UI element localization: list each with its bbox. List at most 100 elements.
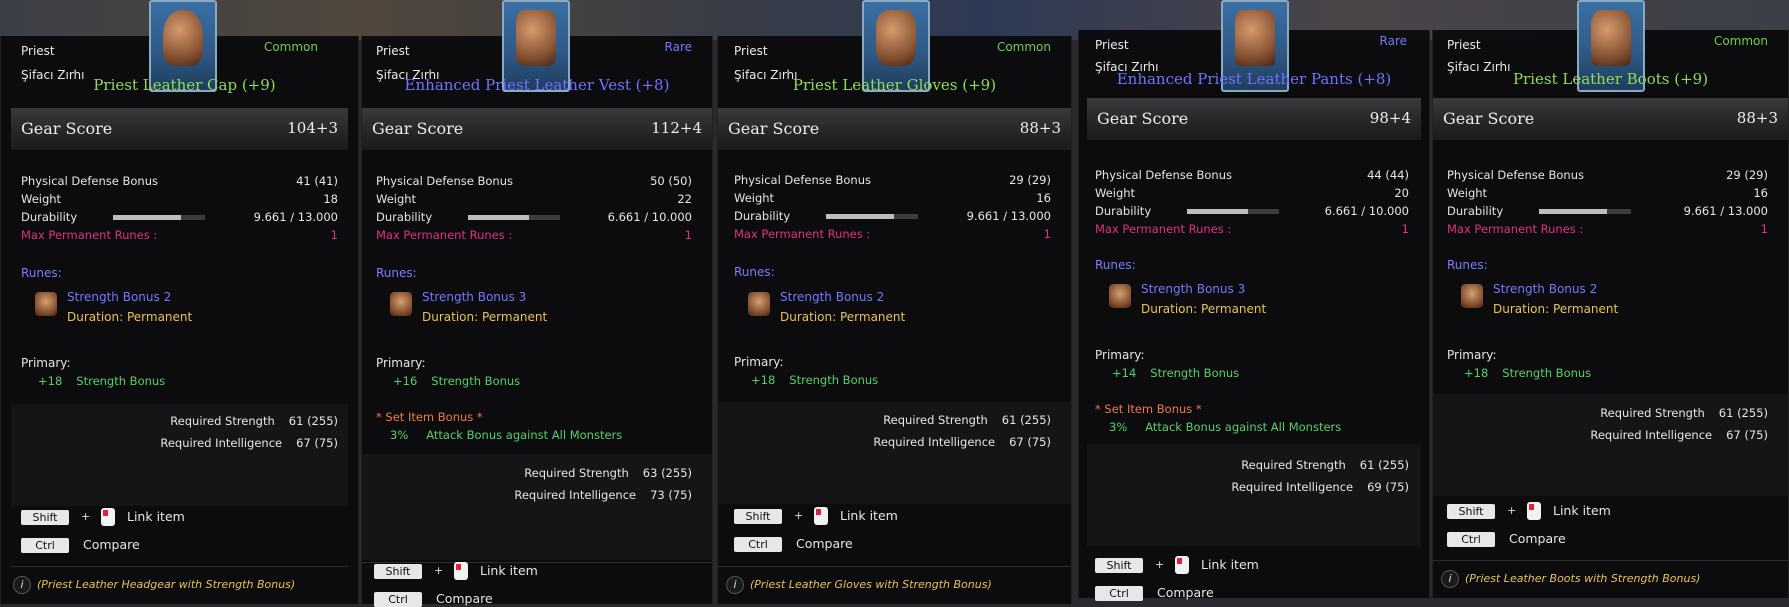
set-bonus-stat: 3% Attack Bonus against All Monsters [390,428,623,442]
gear-score-value: 98+4 [1369,109,1411,127]
rune-icon [1461,284,1483,308]
gear-score-bar: Gear Score 112+4 [362,108,712,150]
ctrl-key: Ctrl [1095,586,1143,601]
stat-row-max-runes: Max Permanent Runes :1 [376,228,692,242]
rune-icon [748,292,770,316]
ctrl-key: Ctrl [374,592,422,607]
required-strength: Required Strength 61 (255) [883,413,1051,427]
primary-label: Primary: [376,356,426,370]
link-item-label: Link item [840,508,898,523]
item-name: Enhanced Priest Leather Vest (+8) [404,76,670,94]
runes-label: Runes: [21,266,62,280]
stat-row-weight: Weight 18 [21,192,338,206]
shift-key: Shift [1095,558,1143,573]
stat-row-physical-defense: Physical Defense Bonus 41 (41) [21,174,338,188]
stat-row-max-runes: Max Permanent Runes :1 [1447,222,1768,236]
item-rarity: Common [263,40,318,54]
stat-row-durability: Durability 6.661 / 10.000 [376,210,692,224]
gear-score-bar: Gear Score 88+3 [718,108,1071,150]
durability-bar [826,214,918,219]
required-intelligence: Required Intelligence 67 (75) [160,436,338,450]
item-rarity: Rare [664,40,692,54]
set-bonus-label: * Set Item Bonus * [376,410,483,424]
gear-score-value: 88+3 [1019,119,1061,137]
link-item-label: Link item [127,509,185,524]
shift-key: Shift [21,510,69,525]
rune-icon [1109,284,1131,308]
item-class: Priest [376,44,410,58]
gear-score-value: 104+3 [287,119,338,137]
divider [11,566,348,567]
stat-row-physical-defense: Physical Defense Bonus 29 (29) [734,173,1051,187]
gear-score-label: Gear Score [1097,109,1189,128]
item-name: Priest Leather Cap (+9) [93,76,276,94]
stat-row-weight: Weight 22 [376,192,692,206]
link-item-label: Link item [1201,557,1259,572]
divider [1433,560,1788,561]
plus-sign: + [794,509,804,522]
primary-stat: +18 Strength Bonus [751,373,879,387]
rune-icon [35,292,57,316]
mouse-click-icon [1175,556,1189,574]
item-tooltip-gloves: Priest Şifacı Zırhı Common Priest Leathe… [717,0,1072,604]
durability-bar [468,215,560,220]
item-tooltip-vest: Priest Şifacı Zırhı Rare Enhanced Priest… [361,0,713,607]
mouse-click-icon [101,508,115,526]
runes-label: Runes: [734,265,775,279]
info-icon: i [13,576,31,594]
mouse-click-icon [454,562,468,580]
required-strength: Required Strength 61 (255) [1600,406,1768,420]
runes-label: Runes: [1447,258,1488,272]
durability-bar [1187,209,1279,214]
ctrl-key: Ctrl [1447,532,1495,547]
stat-row-durability: Durability 6.661 / 10.000 [1095,204,1409,218]
item-rarity: Common [1713,34,1768,48]
item-class: Priest [734,44,768,58]
required-strength: Required Strength 63 (255) [524,466,692,480]
primary-label: Primary: [21,356,71,370]
item-tooltip-pants: Priest Şifacı Zırhı Rare Enhanced Priest… [1078,0,1430,601]
rune-duration: Duration: Permanent [780,310,906,324]
rune-duration: Duration: Permanent [422,310,548,324]
item-description: (Priest Leather Headgear with Strength B… [37,578,296,591]
rune-duration: Duration: Permanent [67,310,193,324]
shift-key: Shift [734,509,782,524]
rune-name: Strength Bonus 2 [780,290,885,304]
info-icon: i [1441,570,1459,588]
item-class: Priest [1095,38,1129,52]
compare-label: Compare [1509,531,1566,546]
set-bonus-stat: 3% Attack Bonus against All Monsters [1109,420,1342,434]
item-tooltip-boots: Priest Şifacı Zırhı Common Priest Leathe… [1432,0,1789,598]
item-tooltip-cap: Priest Şifacı Zırhı Common Priest Leathe… [0,0,359,604]
item-name: Enhanced Priest Leather Pants (+8) [1116,70,1392,88]
shift-key: Shift [1447,504,1495,519]
item-name: Priest Leather Boots (+9) [1512,70,1709,88]
compare-label: Compare [83,537,140,552]
item-rarity: Rare [1379,34,1407,48]
divider [718,566,1071,567]
rune-name: Strength Bonus 3 [422,290,527,304]
primary-stat: +18 Strength Bonus [1464,366,1592,380]
stat-row-physical-defense: Physical Defense Bonus 29 (29) [1447,168,1768,182]
stat-row-max-runes: Max Permanent Runes :1 [734,227,1051,241]
plus-sign: + [434,564,444,577]
primary-label: Primary: [734,355,784,369]
gear-score-bar: Gear Score 104+3 [11,108,348,150]
plus-sign: + [1155,558,1165,571]
gear-score-label: Gear Score [21,119,113,138]
runes-label: Runes: [1095,258,1136,272]
rune-name: Strength Bonus 3 [1141,282,1246,296]
required-intelligence: Required Intelligence 67 (75) [1590,428,1768,442]
gear-score-value: 112+4 [651,119,702,137]
stat-row-physical-defense: Physical Defense Bonus 44 (44) [1095,168,1409,182]
required-intelligence: Required Intelligence 67 (75) [873,435,1051,449]
primary-stat: +16 Strength Bonus [393,374,521,388]
mouse-click-icon [814,507,828,525]
set-bonus-label: * Set Item Bonus * [1095,402,1202,416]
stat-row-max-runes: Max Permanent Runes :1 [21,228,338,242]
durability-bar [113,215,205,220]
stat-row-durability: Durability 9.661 / 13.000 [21,210,338,224]
rune-duration: Duration: Permanent [1141,302,1267,316]
stat-row-max-runes: Max Permanent Runes :1 [1095,222,1409,236]
gear-score-label: Gear Score [1443,109,1535,128]
